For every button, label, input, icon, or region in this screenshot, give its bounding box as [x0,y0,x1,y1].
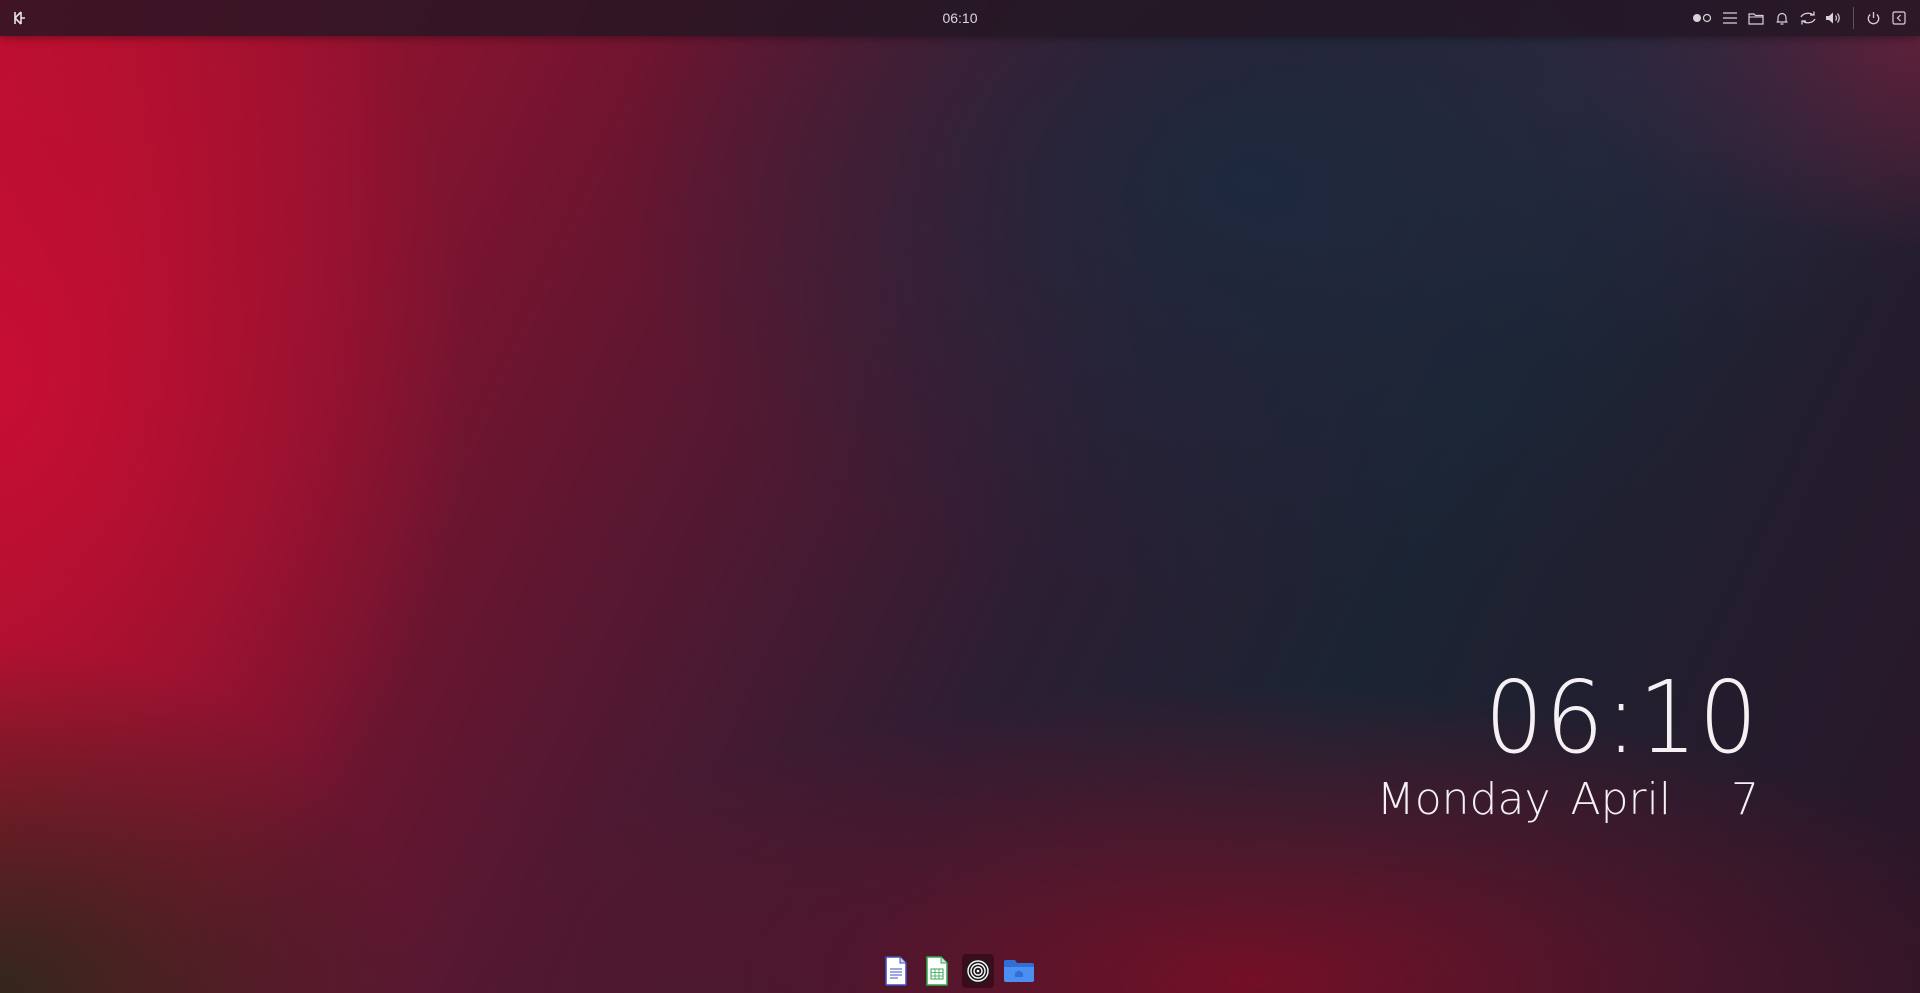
clock-date: Monday April 7 [1376,774,1759,825]
libreoffice-calc-icon[interactable] [921,954,953,988]
tray-separator [1853,7,1854,29]
system-tray [1687,0,1912,36]
dock [880,951,1035,991]
volume-icon[interactable] [1821,0,1847,36]
menu-icon[interactable] [1717,0,1743,36]
panel-clock-text[interactable]: 06:10 [942,10,977,26]
notification-bell-icon[interactable] [1769,0,1795,36]
kde-launcher-icon[interactable] [10,8,30,28]
panel-clock: 06:10 [0,0,1920,36]
folder-icon[interactable] [1743,0,1769,36]
top-panel: 06:10 [0,0,1920,36]
disk-usage-icon[interactable] [962,954,994,988]
file-manager-icon[interactable] [1003,954,1035,988]
libreoffice-writer-icon[interactable] [880,954,912,988]
window-menu-icon[interactable] [1886,0,1912,36]
network-sync-icon[interactable] [1795,0,1821,36]
clock-time: 06:10 [1484,659,1759,776]
activities-pager-icon[interactable] [1687,0,1717,36]
desktop[interactable]: 06:10 06:10 Monday April 7 [0,0,1920,993]
desktop-clock-widget: 06:10 Monday April 7 [1377,668,1759,824]
power-icon[interactable] [1860,0,1886,36]
